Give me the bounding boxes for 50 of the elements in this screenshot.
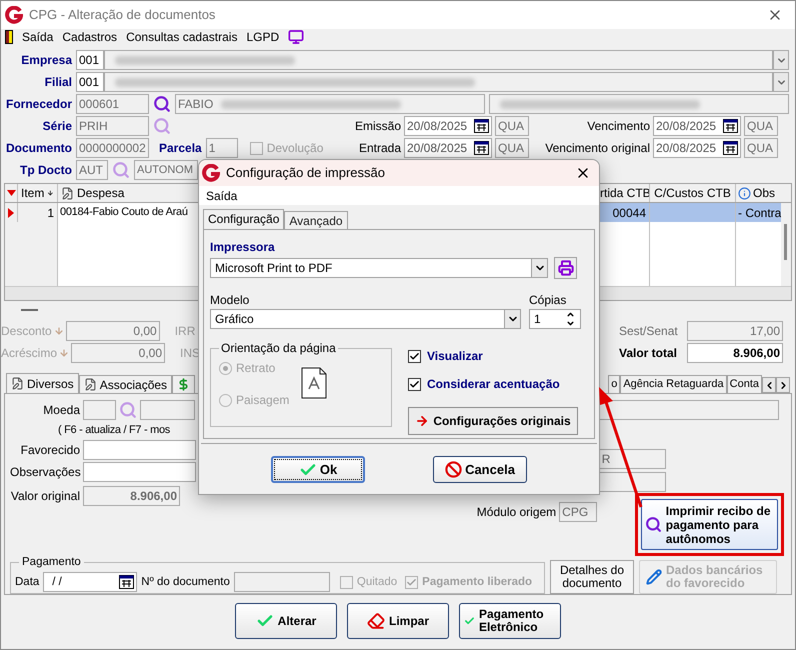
- field-label: Desconto: [1, 323, 52, 340]
- radio-label: Paisagem: [236, 392, 290, 409]
- field-label: Favorecido: [20, 442, 80, 459]
- checkbox-label: Devolução: [266, 140, 324, 157]
- field-label: Fornecedor: [4, 96, 73, 113]
- checkbox-label: Quitado: [356, 574, 398, 590]
- field-label: Cópias: [529, 292, 568, 309]
- field-label: Parcela: [159, 140, 202, 157]
- date-value: 20/08/2025: [407, 140, 468, 157]
- field-label: Entrada: [358, 140, 402, 157]
- field-label: Módulo origem: [476, 504, 556, 521]
- group-title: Orientação da página: [220, 340, 337, 357]
- weekday-value: QUA: [747, 140, 774, 157]
- field-label: IRR: [174, 323, 196, 340]
- field-label: Observações: [10, 464, 80, 481]
- field-label: Nº do documento: [141, 574, 230, 590]
- field-label: Tp Docto: [19, 162, 73, 179]
- field-label: Filial: [44, 74, 73, 91]
- weekday-value: QUA: [498, 118, 524, 135]
- checkbox-label: Considerar acentuação: [427, 376, 560, 393]
- date-value: 20/08/2025: [656, 118, 716, 135]
- field-label: Emissão: [354, 118, 402, 135]
- table-cell: - Contra: [735, 203, 781, 222]
- radio-label: Retrato: [236, 360, 276, 377]
- field-label: Modelo: [210, 292, 250, 309]
- table-cell: 00044: [600, 203, 649, 222]
- field-label: Acréscimo: [1, 345, 58, 362]
- checkbox-label: Pagamento liberado: [422, 574, 532, 590]
- date-value: 20/08/2025: [656, 140, 716, 157]
- date-value: / /: [51, 574, 62, 590]
- weekday-value: QUA: [498, 140, 524, 157]
- field-label: Moeda: [42, 402, 80, 419]
- field-label: Valor original: [10, 488, 80, 505]
- field-label: Série: [42, 118, 73, 135]
- weekday-value: QUA: [747, 118, 774, 135]
- field-label: Documento: [5, 140, 73, 157]
- field-label: Data: [15, 574, 40, 590]
- field-label: Sest/Senat: [619, 323, 679, 340]
- field-label: Valor total: [619, 345, 678, 362]
- table-cell: 00184-Fabio Couto de Araú: [57, 203, 199, 222]
- hint-text: ( F6 - atualiza / F7 - mos: [58, 423, 172, 438]
- dialog-title: Configuração de impressão: [226, 164, 385, 182]
- field-label: Vencimento: [586, 118, 651, 135]
- window-title: CPG - Alteração de documentos: [29, 6, 216, 24]
- field-label: Vencimento original: [544, 140, 651, 157]
- section-label: Impressora: [210, 239, 276, 256]
- checkbox-label: Visualizar: [427, 348, 483, 365]
- field-label: Empresa: [20, 52, 74, 69]
- group-title: Pagamento: [21, 555, 82, 570]
- date-value: 20/08/2025: [407, 118, 468, 135]
